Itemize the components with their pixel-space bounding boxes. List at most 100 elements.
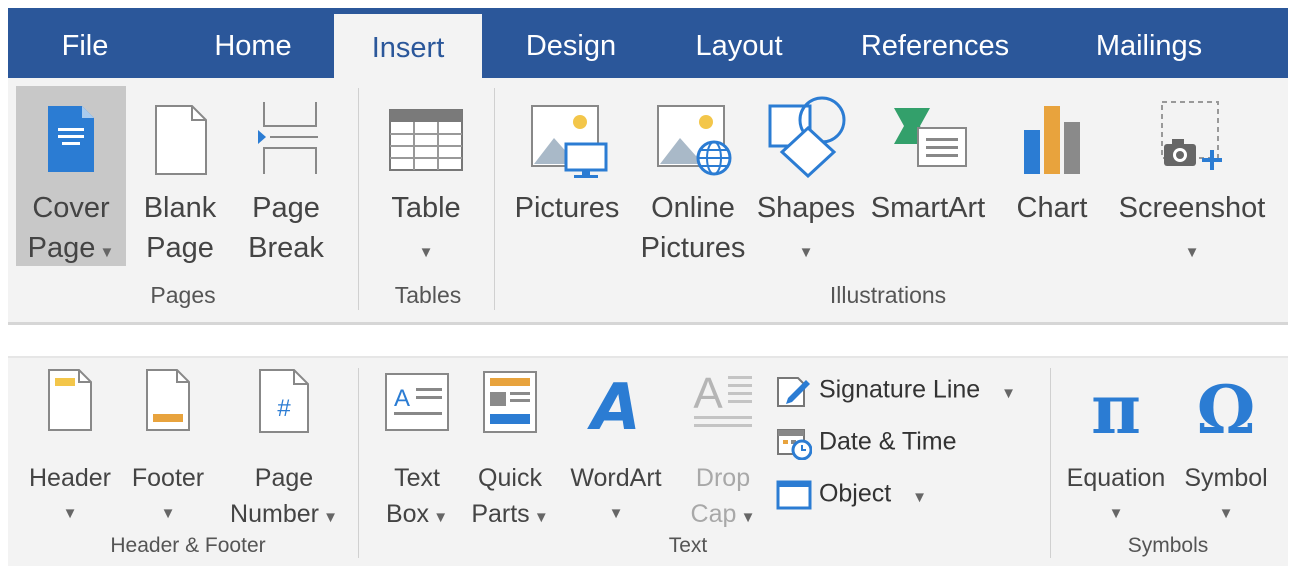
tab-home[interactable]: Home: [188, 8, 318, 78]
drop-cap-label-1: Drop: [695, 464, 751, 492]
signature-line-icon: [777, 377, 810, 407]
drop-cap-icon: A: [693, 369, 752, 427]
screenshot-label: Screenshot: [1118, 192, 1266, 224]
object-icon: [776, 480, 812, 510]
pictures-label: Pictures: [514, 192, 620, 224]
drop-cap-button[interactable]: A Drop Cap ▼: [678, 368, 768, 528]
page-number-button[interactable]: # Page Number ▼: [220, 368, 348, 528]
text-box-label-2: Box ▼: [385, 500, 449, 528]
chevron-down-icon: ▼: [429, 509, 449, 526]
blank-page-icon: [155, 105, 207, 175]
group-separator: [1050, 368, 1051, 558]
page-break-button[interactable]: Page Break: [240, 86, 332, 266]
table-icon: [389, 109, 463, 171]
page-number-glyph: #: [277, 395, 291, 422]
symbol-label: Symbol: [1184, 464, 1268, 492]
page-break-icon: [258, 102, 318, 174]
chevron-down-icon: ▼: [1001, 384, 1016, 402]
smartart-button[interactable]: SmartArt: [864, 86, 992, 276]
header-button[interactable]: Header ▼: [18, 368, 122, 528]
object-button[interactable]: Object ▼: [776, 478, 927, 512]
insert-ribbon-top: Cover Page ▼ Blank Page Page Break Pages: [8, 78, 1288, 325]
signature-line-button[interactable]: Signature Line ▼: [776, 374, 1016, 408]
quick-parts-label-1: Quick: [478, 464, 542, 492]
equation-button[interactable]: π Equation ▼: [1060, 368, 1172, 528]
text-box-button[interactable]: A Text Box ▼: [372, 368, 462, 528]
cover-page-button[interactable]: Cover Page ▼: [16, 86, 126, 266]
signature-line-label: Signature Line: [818, 375, 981, 404]
tab-insert[interactable]: Insert: [334, 14, 482, 78]
shapes-label: Shapes: [756, 192, 856, 224]
pictures-icon: [531, 105, 608, 178]
chevron-down-icon: ▼: [912, 488, 928, 506]
header-icon: [48, 369, 92, 431]
quick-parts-button[interactable]: Quick Parts ▼: [466, 368, 554, 528]
tab-references[interactable]: References: [850, 8, 1020, 78]
quick-parts-icon: [483, 371, 537, 433]
chevron-down-icon: ▼: [1184, 244, 1200, 261]
wordart-label: WordArt: [570, 464, 662, 492]
pi-icon: π: [1091, 370, 1141, 450]
wordart-icon: A: [591, 371, 641, 445]
group-label-symbols: Symbols: [1127, 534, 1209, 557]
chevron-down-icon: ▼: [608, 505, 624, 522]
page-number-label-2: Number ▼: [230, 500, 338, 528]
online-pictures-label-1: Online: [651, 192, 735, 224]
blank-page-button[interactable]: Blank Page: [134, 86, 226, 266]
date-time-button[interactable]: Date & Time: [776, 426, 957, 461]
smartart-label: SmartArt: [870, 192, 986, 224]
wordart-button[interactable]: A WordArt ▼: [560, 368, 672, 528]
text-box-glyph: A: [394, 385, 410, 412]
symbol-button[interactable]: Ω Symbol ▼: [1174, 368, 1278, 528]
chevron-down-icon: ▼: [62, 505, 78, 522]
ribbon-tab-bar: File Home Insert Design Layout Reference…: [8, 8, 1288, 78]
group-label-tables: Tables: [394, 282, 462, 308]
cover-page-label-1: Cover: [32, 192, 110, 224]
tab-layout[interactable]: Layout: [676, 8, 802, 78]
object-label: Object: [818, 479, 892, 508]
footer-button[interactable]: Footer ▼: [122, 368, 214, 528]
smartart-icon: [894, 108, 967, 167]
chevron-down-icon: ▼: [529, 509, 549, 526]
group-label-header-footer: Header & Footer: [110, 534, 266, 557]
quick-parts-label-2: Parts ▼: [471, 500, 549, 528]
blank-page-label-1: Blank: [143, 192, 217, 224]
date-time-label: Date & Time: [818, 427, 957, 456]
footer-label: Footer: [131, 464, 205, 492]
chevron-down-icon: ▼: [318, 509, 338, 526]
online-pictures-icon: [657, 105, 732, 176]
pictures-button[interactable]: Pictures: [508, 86, 626, 276]
tab-design[interactable]: Design: [508, 8, 634, 78]
blank-page-label-2: Page: [146, 232, 214, 264]
page-number-label-1: Page: [254, 464, 314, 492]
group-label-pages: Pages: [150, 282, 216, 308]
screenshot-button[interactable]: Screenshot ▼: [1108, 86, 1276, 276]
ribbon-gap: [0, 325, 1289, 355]
shapes-button[interactable]: Shapes ▼: [756, 86, 856, 276]
cover-page-label-2: Page ▼: [27, 232, 115, 264]
header-label: Header: [29, 464, 111, 492]
group-separator: [358, 368, 359, 558]
page-break-label-1: Page: [252, 192, 320, 224]
equation-label: Equation: [1066, 464, 1166, 492]
chevron-down-icon: ▼: [1218, 505, 1234, 522]
drop-cap-glyph: A: [693, 369, 723, 418]
chart-label: Chart: [1016, 192, 1088, 224]
tab-mailings[interactable]: Mailings: [1074, 8, 1224, 78]
online-pictures-label-2: Pictures: [640, 232, 746, 264]
page-number-icon: #: [259, 369, 309, 433]
tab-file[interactable]: File: [40, 8, 130, 78]
footer-icon: [146, 369, 190, 431]
chevron-down-icon: ▼: [736, 509, 756, 526]
chevron-down-icon: ▼: [1108, 505, 1124, 522]
omega-icon: Ω: [1196, 371, 1256, 449]
online-pictures-button[interactable]: Online Pictures: [634, 86, 752, 276]
calendar-clock-icon: [777, 429, 813, 461]
chart-button[interactable]: Chart: [1004, 86, 1100, 276]
chevron-down-icon: ▼: [418, 244, 434, 261]
chevron-down-icon: ▼: [160, 505, 176, 522]
table-button[interactable]: Table ▼: [378, 86, 474, 276]
chart-icon: [1024, 106, 1080, 174]
page-break-label-2: Break: [248, 232, 324, 264]
shapes-icon: [768, 96, 846, 178]
